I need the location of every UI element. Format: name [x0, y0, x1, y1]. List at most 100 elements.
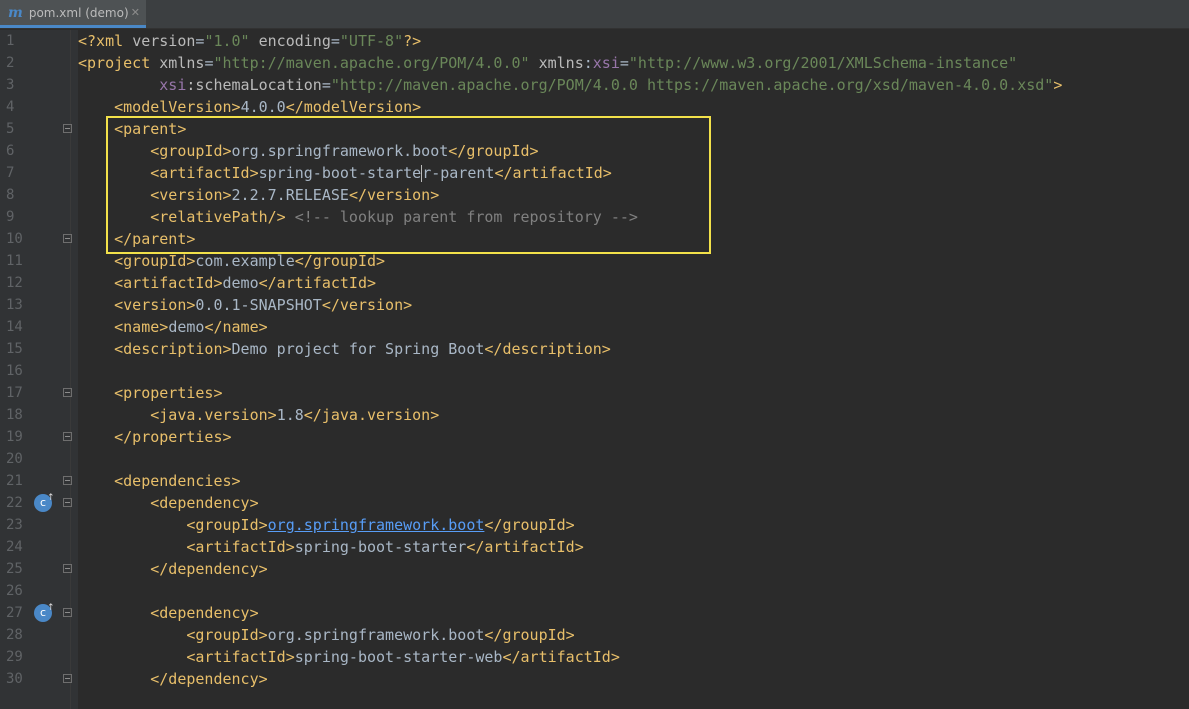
- fold-toggle-icon[interactable]: [63, 124, 72, 133]
- token-tag: <dependency>: [150, 494, 259, 512]
- line-number: 2: [6, 55, 15, 71]
- fold-toggle-icon[interactable]: [63, 674, 72, 683]
- token-tag: <groupId>: [186, 516, 268, 534]
- token-tag: </modelVersion>: [285, 98, 422, 116]
- code-text: <artifactId>spring-boot-starter</artifac…: [78, 536, 584, 558]
- token-tag: <properties>: [114, 384, 223, 402]
- run-dependency-icon[interactable]: c ↑: [34, 493, 55, 512]
- tab-pom-xml[interactable]: m pom.xml (demo) ✕: [0, 0, 146, 28]
- code-line[interactable]: 19 </properties>: [0, 426, 1189, 448]
- parent-block-highlight-box: [106, 116, 711, 254]
- token-tag: </java.version>: [303, 406, 440, 424]
- line-number: 14: [6, 319, 23, 335]
- code-line[interactable]: 4 <modelVersion>4.0.0</modelVersion>: [0, 96, 1189, 118]
- token-tag: ?>: [403, 32, 422, 50]
- line-number: 17: [6, 385, 23, 401]
- code-text: <properties>: [78, 382, 223, 404]
- code-text: <description>Demo project for Spring Boo…: [78, 338, 611, 360]
- code-text: <groupId>org.springframework.boot</group…: [78, 624, 574, 646]
- line-number: 9: [6, 209, 15, 225]
- code-text: </dependency>: [78, 668, 268, 690]
- line-number: 10: [6, 231, 23, 247]
- fold-toggle-icon[interactable]: [63, 564, 72, 573]
- line-number: 20: [6, 451, 23, 467]
- token-tag: <version>: [114, 296, 196, 314]
- fold-toggle-icon[interactable]: [63, 388, 72, 397]
- line-number: 5: [6, 121, 15, 137]
- code-line[interactable]: 13 <version>0.0.1-SNAPSHOT</version>: [0, 294, 1189, 316]
- token-tag: <?xml: [78, 32, 133, 50]
- code-line[interactable]: 26: [0, 580, 1189, 602]
- code-text: <artifactId>spring-boot-starter-web</art…: [78, 646, 620, 668]
- token-val: "http://maven.apache.org/POM/4.0.0": [213, 54, 530, 72]
- arrow-up-icon: ↑: [47, 493, 55, 503]
- token-txt: com.example: [195, 252, 295, 270]
- token-tag: <java.version>: [150, 406, 277, 424]
- code-line[interactable]: 16: [0, 360, 1189, 382]
- code-line[interactable]: 20: [0, 448, 1189, 470]
- token-ns: xsi: [159, 76, 187, 94]
- code-line[interactable]: 22 c ↑ <dependency>: [0, 492, 1189, 514]
- fold-toggle-icon[interactable]: [63, 234, 72, 243]
- code-text: <name>demo</name>: [78, 316, 268, 338]
- code-line[interactable]: 21 <dependencies>: [0, 470, 1189, 492]
- code-line[interactable]: 28 <groupId>org.springframework.boot</gr…: [0, 624, 1189, 646]
- line-number: 29: [6, 649, 23, 665]
- line-number: 11: [6, 253, 23, 269]
- code-line[interactable]: 3 xsi:schemaLocation="http://maven.apach…: [0, 74, 1189, 96]
- code-line[interactable]: 18 <java.version>1.8</java.version>: [0, 404, 1189, 426]
- token-tag: <dependencies>: [114, 472, 241, 490]
- token-tag: </dependency>: [150, 670, 268, 688]
- code-line[interactable]: 29 <artifactId>spring-boot-starter-web</…: [0, 646, 1189, 668]
- code-line[interactable]: 14 <name>demo</name>: [0, 316, 1189, 338]
- code-line[interactable]: 27 c ↑ <dependency>: [0, 602, 1189, 624]
- token-txt: 0.0.1-SNAPSHOT: [195, 296, 322, 314]
- token-txt: 1.8: [276, 406, 304, 424]
- code-line[interactable]: 17 <properties>: [0, 382, 1189, 404]
- code-line[interactable]: 1 <?xml version="1.0" encoding="UTF-8"?>: [0, 30, 1189, 52]
- code-line[interactable]: 2 <project xmlns = "http://maven.apache.org…: [0, 52, 1189, 74]
- code-text: <project xmlns = "http://maven.apache.org/…: [78, 52, 1017, 74]
- token-txt: =: [330, 32, 340, 50]
- token-txt: =: [619, 54, 629, 72]
- line-number: 25: [6, 561, 23, 577]
- fold-toggle-icon[interactable]: [63, 476, 72, 485]
- token-tag: </dependency>: [150, 560, 268, 578]
- code-line[interactable]: 23 <groupId>org.springframework.boot</gr…: [0, 514, 1189, 536]
- token-tag: <artifactId>: [186, 538, 295, 556]
- code-text: <?xml version="1.0" encoding="UTF-8"?>: [78, 30, 421, 52]
- token-tag: <artifactId>: [186, 648, 295, 666]
- code-line[interactable]: 24 <artifactId>spring-boot-starter</arti…: [0, 536, 1189, 558]
- line-number: 13: [6, 297, 23, 313]
- code-text: <java.version>1.8</java.version>: [78, 404, 439, 426]
- code-text: <dependencies>: [78, 470, 241, 492]
- code-line[interactable]: 30 </dependency>: [0, 668, 1189, 690]
- token-txt: =: [321, 76, 331, 94]
- code-text: <dependency>: [78, 492, 259, 514]
- token-val: "http://maven.apache.org/POM/4.0.0 https…: [330, 76, 1054, 94]
- fold-toggle-icon[interactable]: [63, 608, 72, 617]
- token-val: "1.0": [204, 32, 250, 50]
- fold-toggle-icon[interactable]: [63, 498, 72, 507]
- token-tag: </artifactId>: [466, 538, 584, 556]
- fold-toggle-icon[interactable]: [63, 432, 72, 441]
- code-text: <artifactId>demo</artifactId>: [78, 272, 376, 294]
- token-tag: <artifactId>: [114, 274, 223, 292]
- token-link[interactable]: org.springframework.boot: [268, 516, 485, 534]
- close-icon[interactable]: ✕: [131, 6, 140, 19]
- line-number: 26: [6, 583, 23, 599]
- code-line[interactable]: 15 <description>Demo project for Spring …: [0, 338, 1189, 360]
- run-dependency-icon[interactable]: c ↑: [34, 603, 55, 622]
- code-line[interactable]: 25 </dependency>: [0, 558, 1189, 580]
- arrow-up-icon: ↑: [47, 603, 55, 613]
- code-line[interactable]: 12 <artifactId>demo</artifactId>: [0, 272, 1189, 294]
- token-tag: </groupId>: [294, 252, 386, 270]
